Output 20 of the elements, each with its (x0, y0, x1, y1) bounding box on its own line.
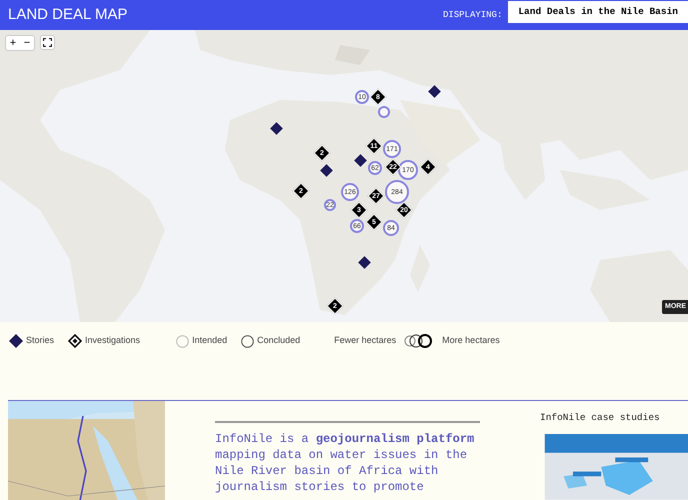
case-studies-title: InfoNile case studies (540, 411, 661, 425)
legend-label: Investigations (85, 334, 140, 348)
displaying-label: DISPLAYING: (442, 8, 502, 22)
legend-label: Intended (192, 334, 228, 348)
about-paragraph: InfoNile is a geojournalism platform mapping data on water issues in the Nile River basin of Africa with journalism stories to promote (215, 431, 476, 495)
circle-icon (241, 334, 254, 348)
legend-label: Stories (26, 334, 54, 348)
zoom-in-button[interactable]: + (6, 36, 20, 50)
circle-icon (176, 334, 190, 348)
zoom-out-button[interactable]: − (20, 36, 34, 50)
legend-label: Concluded (257, 334, 300, 348)
legend-label: Fewer hectares (334, 334, 396, 348)
diamond-icon (68, 334, 82, 348)
app-title: LAND DEAL MAP (8, 4, 128, 25)
dataset-select[interactable]: Land Deals in the Nile Basin (508, 1, 688, 23)
circle-size-icon (403, 334, 434, 348)
fullscreen-icon (43, 38, 52, 47)
legend-label: More hectares (442, 334, 500, 348)
diamond-icon (9, 334, 23, 348)
fullscreen-button[interactable] (40, 35, 55, 50)
